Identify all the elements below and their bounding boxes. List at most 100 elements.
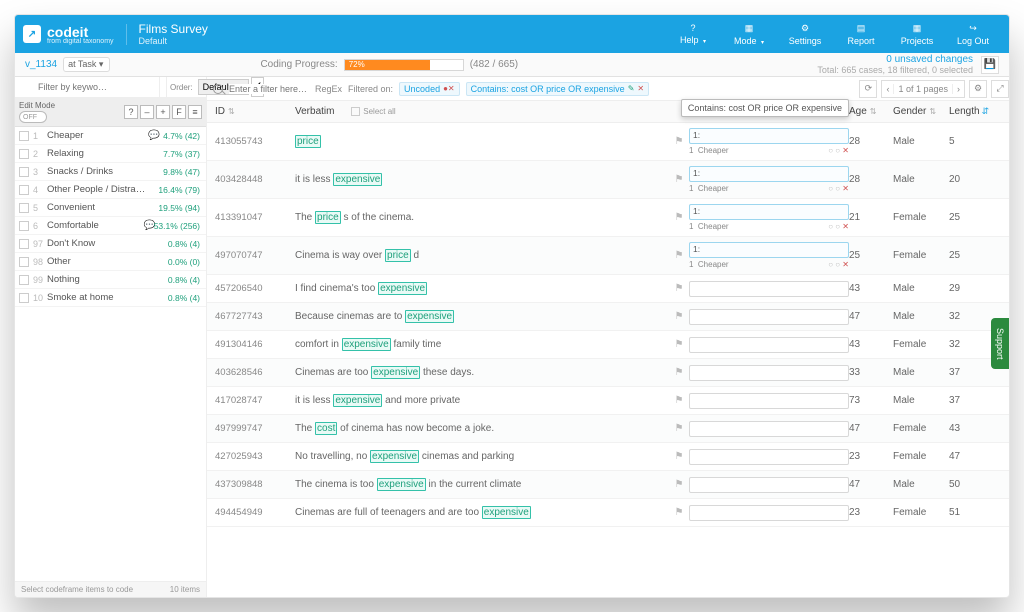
projects-button[interactable]: ▦Projects <box>889 23 945 46</box>
flag-icon[interactable]: ⚑ <box>669 250 689 261</box>
settings-button[interactable]: ⚙ <box>969 80 987 98</box>
code-item[interactable]: 4Other People / Distractions16.4% (79) <box>15 181 206 199</box>
code-item[interactable]: 3Snacks / Drinks9.8% (47) <box>15 163 206 181</box>
code-item[interactable]: 6Comfortable💬53.1% (256) <box>15 217 206 235</box>
report-button[interactable]: ▤Report <box>833 23 889 46</box>
code-input[interactable]: 1: <box>689 204 849 220</box>
table-row[interactable]: 497999747The cost of cinema has now beco… <box>207 415 1009 443</box>
code-item[interactable]: 5Convenient19.5% (94) <box>15 199 206 217</box>
sidebar-action-button[interactable]: ≡ <box>188 105 202 119</box>
flag-icon[interactable]: ⚑ <box>669 395 689 406</box>
table-row[interactable]: 467727743Because cinemas are to expensiv… <box>207 303 1009 331</box>
table-row[interactable]: 413055743price⚑1:1 Cheaper○ ○ ✕28Male5 <box>207 123 1009 161</box>
code-input[interactable] <box>689 505 849 521</box>
task-crumb[interactable]: at Task ▾ <box>63 57 110 72</box>
checkbox-icon[interactable] <box>19 257 29 267</box>
code-item[interactable]: 99Nothing0.8% (4) <box>15 271 206 289</box>
code-input[interactable] <box>689 477 849 493</box>
code-item[interactable]: 98Other0.0% (0) <box>15 253 206 271</box>
variable-name[interactable]: v_1134 <box>25 59 57 70</box>
code-item[interactable]: 10Smoke at home0.8% (4) <box>15 289 206 307</box>
code-item[interactable]: 97Don't Know0.8% (4) <box>15 235 206 253</box>
filter-tag-contains[interactable]: Contains: cost OR price OR expensive✎✕ <box>466 82 649 96</box>
table-row[interactable]: 491304146comfort in expensive family tim… <box>207 331 1009 359</box>
checkbox-icon[interactable] <box>19 167 29 177</box>
code-input[interactable] <box>689 365 849 381</box>
sidebar-action-button[interactable]: F <box>172 105 186 119</box>
select-all[interactable]: Select all <box>351 107 395 116</box>
checkbox-icon[interactable] <box>19 293 29 303</box>
flag-icon[interactable]: ⚑ <box>669 212 689 223</box>
flag-icon[interactable]: ⚑ <box>669 339 689 350</box>
code-input[interactable] <box>689 281 849 297</box>
regex-toggle[interactable]: RegEx <box>315 84 342 94</box>
grid-rows[interactable]: 413055743price⚑1:1 Cheaper○ ○ ✕28Male540… <box>207 123 1009 597</box>
checkbox-icon[interactable] <box>19 131 29 141</box>
sidebar: Order: Default ✓ Edit Mode OFF ?–+F≡ 1Ch… <box>15 77 207 597</box>
code-item[interactable]: 2Relaxing7.7% (37) <box>15 145 206 163</box>
sidebar-action-button[interactable]: – <box>140 105 154 119</box>
checkbox-icon[interactable] <box>19 185 29 195</box>
close-icon[interactable]: ✕ <box>637 84 644 93</box>
close-icon[interactable]: ●✕ <box>443 84 455 93</box>
pager[interactable]: ‹1 of 1 pages› <box>881 80 965 98</box>
code-input[interactable] <box>689 393 849 409</box>
sort-asc-icon[interactable]: ⇵ <box>982 106 990 116</box>
code-input[interactable] <box>689 309 849 325</box>
main-panel: RegEx Filtered on: Uncoded●✕ Contains: c… <box>207 77 1009 597</box>
code-input[interactable]: 1: <box>689 128 849 144</box>
flag-icon[interactable]: ⚑ <box>669 174 689 185</box>
checkbox-icon[interactable] <box>19 149 29 159</box>
checkbox-icon[interactable] <box>19 221 29 231</box>
checkbox-icon[interactable] <box>19 239 29 249</box>
brand[interactable]: ↗ codeit from digital taxonomy <box>23 24 127 45</box>
table-row[interactable]: 413391047The price s of the cinema.⚑1:1 … <box>207 199 1009 237</box>
col-age[interactable]: Age <box>849 106 867 117</box>
col-gender[interactable]: Gender <box>893 106 926 117</box>
filter-tag-uncoded[interactable]: Uncoded●✕ <box>399 82 460 96</box>
sidebar-action-button[interactable]: + <box>156 105 170 119</box>
flag-icon[interactable]: ⚑ <box>669 311 689 322</box>
sidebar-action-button[interactable]: ? <box>124 105 138 119</box>
col-length[interactable]: Length <box>949 106 980 117</box>
table-row[interactable]: 494454949Cinemas are full of teenagers a… <box>207 499 1009 527</box>
code-input[interactable] <box>689 449 849 465</box>
flag-icon[interactable]: ⚑ <box>669 507 689 518</box>
refresh-button[interactable]: ⟳ <box>859 80 877 98</box>
help-button[interactable]: ?Help ▾ <box>665 23 721 46</box>
table-row[interactable]: 437309848The cinema is too expensive in … <box>207 471 1009 499</box>
flag-icon[interactable]: ⚑ <box>669 479 689 490</box>
status-totals: Total: 665 cases, 18 filtered, 0 selecte… <box>817 65 973 75</box>
code-input[interactable] <box>689 337 849 353</box>
table-row[interactable]: 497070747Cinema is way over price d⚑1:1 … <box>207 237 1009 275</box>
filter-input[interactable] <box>229 84 309 94</box>
code-input[interactable] <box>689 421 849 437</box>
settings-button[interactable]: ⚙Settings <box>777 23 833 46</box>
table-row[interactable]: 427025943No travelling, no expensive cin… <box>207 443 1009 471</box>
flag-icon[interactable]: ⚑ <box>669 451 689 462</box>
col-verbatim[interactable]: Verbatim <box>295 106 334 117</box>
support-tab[interactable]: Support <box>991 318 1009 370</box>
code-item[interactable]: 1Cheaper💬4.7% (42) <box>15 127 206 145</box>
table-row[interactable]: 403628546Cinemas are too expensive these… <box>207 359 1009 387</box>
code-input[interactable]: 1: <box>689 242 849 258</box>
checkbox-icon[interactable] <box>19 275 29 285</box>
survey-crumb[interactable]: Films Survey Default <box>139 22 208 46</box>
save-button[interactable]: 💾 <box>981 56 999 74</box>
code-input[interactable]: 1: <box>689 166 849 182</box>
expand-button[interactable]: ⤢ <box>991 80 1009 98</box>
col-id[interactable]: ID <box>215 106 225 117</box>
log-out-button[interactable]: ↪Log Out <box>945 23 1001 46</box>
flag-icon[interactable]: ⚑ <box>669 136 689 147</box>
sidebar-filter-input[interactable] <box>20 77 159 97</box>
flag-icon[interactable]: ⚑ <box>669 423 689 434</box>
table-row[interactable]: 457206540I find cinema's too expensive⚑4… <box>207 275 1009 303</box>
checkbox-icon[interactable] <box>19 203 29 213</box>
flag-icon[interactable]: ⚑ <box>669 367 689 378</box>
edit-mode-switch[interactable]: OFF <box>19 111 47 123</box>
flag-icon[interactable]: ⚑ <box>669 283 689 294</box>
mode-button[interactable]: ▦Mode ▾ <box>721 23 777 46</box>
table-row[interactable]: 403428448it is less expensive⚑1:1 Cheape… <box>207 161 1009 199</box>
edit-icon[interactable]: ✎ <box>628 84 635 93</box>
table-row[interactable]: 417028747it is less expensive and more p… <box>207 387 1009 415</box>
